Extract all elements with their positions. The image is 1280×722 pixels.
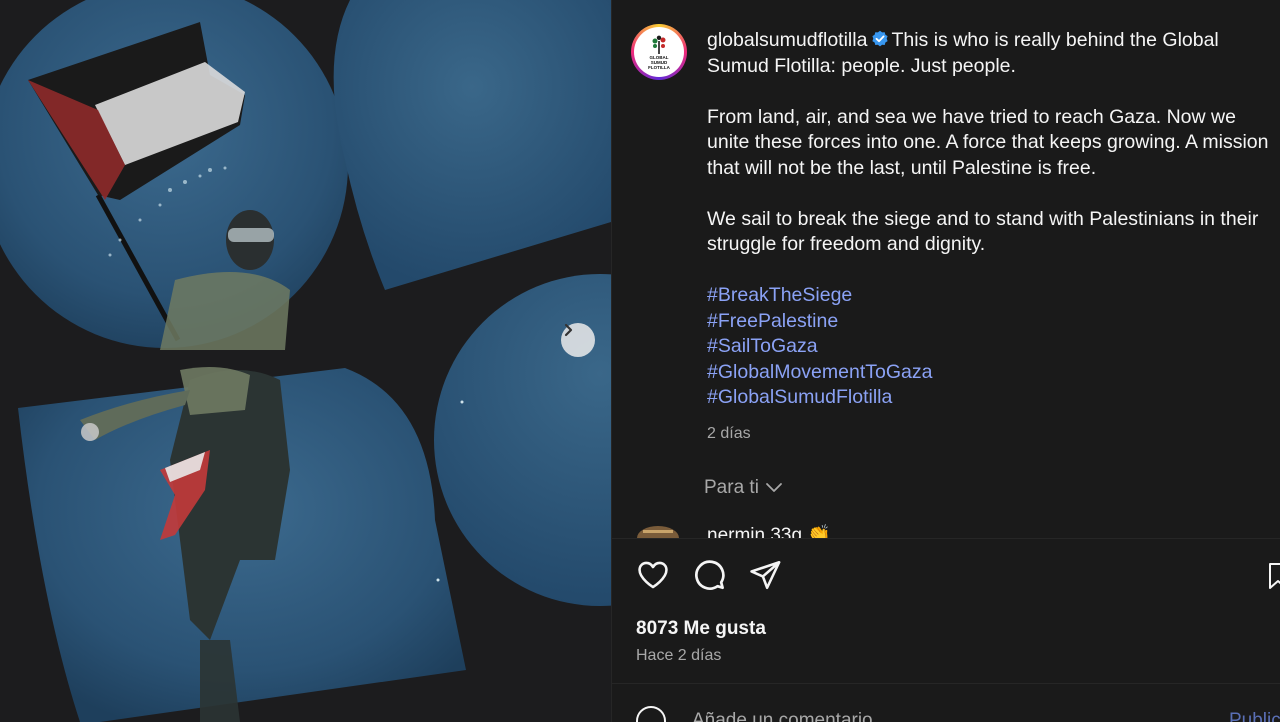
post-timestamp: Hace 2 días [636, 647, 722, 664]
post-caption: globalsumudflotilla This is who is reall… [707, 28, 1272, 446]
comment-button[interactable] [692, 558, 726, 592]
divider [612, 538, 1280, 539]
comment-icon [695, 560, 725, 590]
post-actions [636, 558, 782, 592]
comment-sort-dropdown[interactable]: Para ti [704, 477, 783, 499]
hashtag-link[interactable]: #FreePalestine [707, 309, 1272, 335]
hashtag-link[interactable]: #BreakTheSiege [707, 283, 1272, 309]
photo-shape-top-right [333, 0, 611, 290]
hashtag-link[interactable]: #GlobalMovementToGaza [707, 360, 1272, 386]
photo-shape-diver [18, 366, 466, 722]
underwater-photo-collage [0, 0, 611, 722]
caption-timestamp[interactable]: 2 días [707, 421, 1272, 447]
heart-icon [638, 561, 668, 589]
olive-tree-logo-icon [652, 35, 666, 54]
share-button[interactable] [748, 558, 782, 592]
logo-text-line: FLOTILLA [648, 64, 670, 70]
verified-badge-icon [872, 30, 889, 47]
add-comment-row: Publicar [636, 704, 1280, 722]
chevron-down-icon [766, 483, 782, 492]
caption-paragraph: From land, air, and sea we have tried to… [707, 105, 1269, 179]
commenter-avatar-image [637, 526, 679, 538]
publish-comment-button[interactable]: Publicar [1229, 710, 1280, 722]
comment-input[interactable] [692, 710, 1172, 722]
avatar-logo: GLOBAL SUMUD FLOTILLA [634, 27, 684, 77]
commenter-avatar[interactable] [637, 522, 679, 538]
first-comment: nermin.33g 👏 [707, 523, 831, 539]
caption-first-paragraph: globalsumudflotilla This is who is reall… [707, 28, 1272, 79]
bookmark-icon [1269, 563, 1280, 589]
comment-emoji: 👏 [807, 525, 832, 539]
hashtag-link[interactable]: #GlobalSumudFlotilla [707, 385, 1272, 411]
post-media-carousel[interactable] [0, 0, 611, 722]
next-slide-button[interactable] [561, 323, 595, 357]
emoji-icon[interactable] [636, 706, 666, 722]
chevron-right-icon [564, 323, 573, 337]
photo-circle-flag [0, 0, 348, 350]
comment-username[interactable]: nermin.33g [707, 525, 802, 539]
comment-sort-label: Para ti [704, 477, 759, 498]
hashtag-link[interactable]: #SailToGaza [707, 334, 1272, 360]
caption-paragraph: We sail to break the siege and to stand … [707, 207, 1259, 256]
likes-count[interactable]: 8073 Me gusta [636, 618, 766, 640]
username-link[interactable]: globalsumudflotilla [707, 29, 867, 51]
like-button[interactable] [636, 558, 670, 592]
divider [612, 683, 1280, 684]
share-icon [750, 560, 781, 590]
save-button[interactable] [1268, 558, 1280, 592]
avatar[interactable]: GLOBAL SUMUD FLOTILLA [631, 24, 687, 80]
post-details-panel: GLOBAL SUMUD FLOTILLA globalsumudflotill… [611, 0, 1280, 722]
